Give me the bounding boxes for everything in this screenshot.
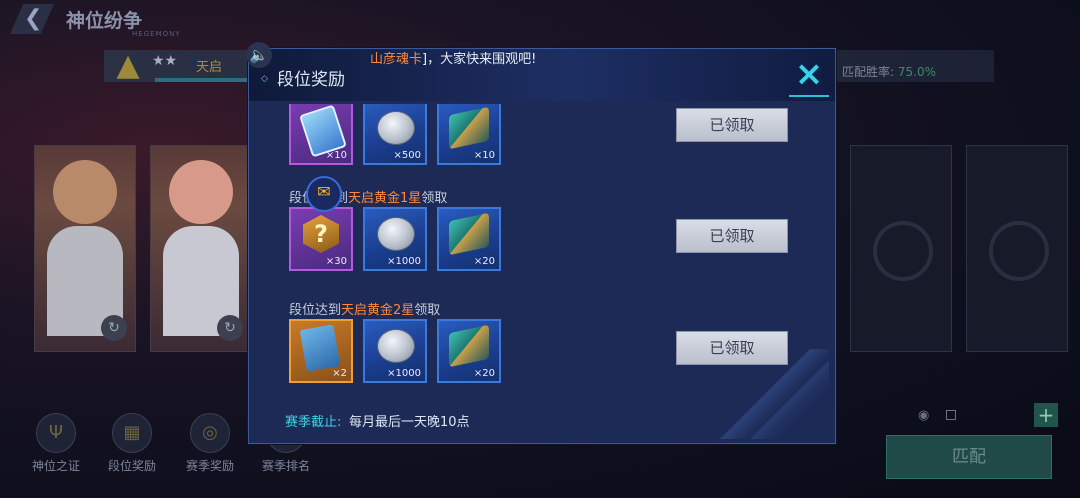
checkbox-icon[interactable]: [946, 410, 956, 420]
claimed-button[interactable]: 已领取: [676, 108, 788, 142]
swap-icon[interactable]: ↻: [101, 315, 127, 341]
add-button[interactable]: +: [1034, 403, 1058, 427]
announcement-highlight: 山彦魂卡: [370, 52, 423, 67]
item-quantity: ×10: [325, 150, 347, 161]
character-portrait: [169, 160, 233, 224]
page-subtitle: HEGEMONY: [132, 30, 181, 38]
condition-rank: 天启黄金2星: [341, 303, 415, 318]
mystery-box-icon: ?: [303, 215, 339, 253]
season-end-value: 每月最后一天晚10点: [349, 415, 470, 430]
nav-rank-proof[interactable]: Ψ 神位之证: [26, 413, 86, 474]
top-bar: ❮ 神位纷争 HEGEMONY: [0, 0, 1080, 40]
rank-emblem-icon: ▲: [116, 48, 140, 83]
item-quantity: ×1000: [387, 368, 421, 379]
reward-item[interactable]: ×20: [437, 207, 501, 271]
condition-suffix: 领取: [421, 191, 448, 206]
chat-icon[interactable]: ◉: [918, 408, 929, 423]
item-quantity: ×1000: [387, 256, 421, 267]
item-quantity: ×500: [393, 150, 421, 161]
slot-ring: [989, 221, 1049, 281]
reward-item[interactable]: ×2: [289, 319, 353, 383]
reward-item[interactable]: ×1000: [363, 319, 427, 383]
announcement-message: ]，大家快来围观吧!: [422, 52, 537, 67]
chest-icon: ▦: [112, 413, 152, 453]
diamond-icon: ◇: [261, 74, 268, 84]
reward-item[interactable]: ×500: [363, 104, 427, 165]
condition-suffix: 领取: [414, 303, 441, 318]
close-underline: [789, 95, 829, 97]
character-card[interactable]: ↻: [34, 145, 136, 352]
announcement-text: 山彦魂卡]，大家快来围观吧!: [370, 48, 536, 67]
back-arrow-icon: ❮: [24, 6, 43, 31]
item-quantity: ×2: [332, 368, 347, 379]
match-button[interactable]: 匹配: [886, 435, 1052, 479]
claimed-button[interactable]: 已领取: [676, 219, 788, 253]
nav-season-rewards[interactable]: ◎ 赛季奖励: [180, 413, 240, 474]
announcement-bar: 🔈 山彦魂卡]，大家快来围观吧!: [246, 42, 886, 72]
coin-icon: [377, 329, 415, 363]
season-end-label: 赛季截止:: [285, 415, 342, 430]
item-quantity: ×10: [473, 150, 495, 161]
empty-slot[interactable]: [850, 145, 952, 352]
crate-icon: [449, 106, 489, 150]
character-portrait: [53, 160, 117, 224]
chat-bubble-icon[interactable]: ✉: [306, 176, 342, 212]
corner-decoration: [719, 349, 829, 439]
item-quantity: ×30: [325, 256, 347, 267]
rank-rewards-dialog: ◇ 段位奖励 × ×10 ×500 ×10 已领取 段位 到天启黄金1星领取 ?…: [248, 48, 836, 444]
reward-item[interactable]: ×1000: [363, 207, 427, 271]
reward-item[interactable]: ×20: [437, 319, 501, 383]
coin-icon: [377, 111, 415, 145]
speaker-icon: 🔈: [246, 42, 272, 68]
character-card[interactable]: ↻: [150, 145, 252, 352]
page-title: 神位纷争: [66, 10, 143, 32]
coin-icon: [377, 217, 415, 251]
nav-label: 赛季奖励: [185, 459, 234, 473]
nav-label: 赛季排名: [261, 459, 310, 473]
slot-ring: [873, 221, 933, 281]
back-button[interactable]: ❮: [10, 4, 54, 34]
crate-icon: [449, 324, 489, 368]
ticket-icon: [299, 324, 341, 372]
item-quantity: ×20: [473, 256, 495, 267]
item-quantity: ×20: [473, 368, 495, 379]
nav-label: 段位奖励: [107, 459, 156, 473]
reward-item[interactable]: ×10: [437, 104, 501, 165]
reward-row: ×10 ×500 ×10 已领取: [277, 104, 807, 191]
rank-name: 天启: [196, 60, 223, 75]
swap-icon[interactable]: ↻: [217, 315, 243, 341]
reward-item[interactable]: ×10: [289, 104, 353, 165]
reward-row: 段位 到天启黄金1星领取 ? ×30 ×1000 ×20 已领取: [277, 187, 807, 297]
nav-label: 神位之证: [31, 459, 80, 473]
trident-icon: Ψ: [36, 413, 76, 453]
crate-icon: [449, 212, 489, 256]
reward-condition: 段位达到天启黄金2星领取: [289, 299, 440, 318]
empty-slot[interactable]: [966, 145, 1068, 352]
rank-stars: ★★: [152, 53, 178, 69]
condition-rank: 天启黄金1星: [348, 191, 422, 206]
target-icon: ◎: [190, 413, 230, 453]
nav-rank-rewards[interactable]: ▦ 段位奖励: [102, 413, 162, 474]
reward-item[interactable]: ? ×30: [289, 207, 353, 271]
condition-prefix: 段位达到: [289, 303, 342, 318]
win-rate-value: 75.0%: [897, 65, 936, 79]
